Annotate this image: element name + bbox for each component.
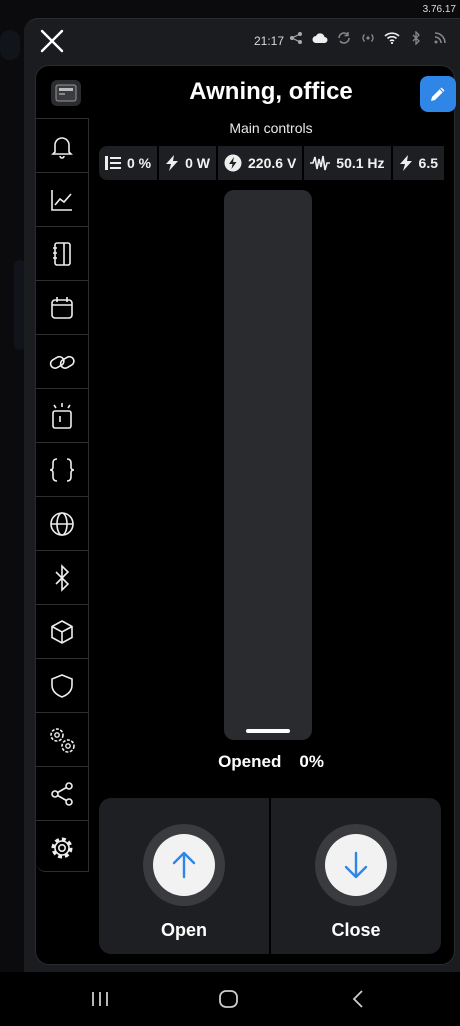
shield-icon <box>51 673 73 698</box>
back-button[interactable] <box>346 988 370 1010</box>
recents-icon <box>92 992 108 1006</box>
bell-icon <box>51 136 73 159</box>
stat-value: 220.6 V <box>248 155 297 171</box>
open-button[interactable]: Open <box>99 798 269 954</box>
status-icons <box>288 30 448 46</box>
sidebar-item-notifications[interactable] <box>36 119 88 173</box>
close-button-disc <box>325 834 387 896</box>
recent-apps-button[interactable] <box>88 988 112 1010</box>
version-label: 3.76.17 <box>422 4 456 15</box>
sidebar-item-schedules[interactable] <box>36 281 88 335</box>
sync-icon <box>336 30 352 46</box>
stat-position: 0 % <box>99 146 158 180</box>
sidebar-item-network[interactable] <box>36 497 88 551</box>
dialog-topbar: 21:17 <box>24 19 460 63</box>
notebook-icon <box>53 241 71 266</box>
braces-icon <box>49 457 75 482</box>
close-icon[interactable] <box>38 27 66 55</box>
sidebar-item-advanced[interactable] <box>36 713 88 767</box>
home-button[interactable] <box>217 988 241 1010</box>
sidebar-item-settings[interactable] <box>36 821 88 874</box>
stats-bar: 0 % 0 W 220.6 V 50.1 Hz 6.5 <box>99 146 454 180</box>
sidebar-item-security[interactable] <box>36 659 88 713</box>
stat-value: 6.5 <box>418 155 438 171</box>
cover-position-slider[interactable] <box>224 190 312 740</box>
pencil-icon <box>431 87 445 101</box>
arrow-down-icon <box>344 851 368 879</box>
wifi-icon <box>384 30 400 46</box>
sidebar <box>36 118 89 872</box>
home-icon <box>219 990 238 1008</box>
cube-icon <box>51 619 73 644</box>
broadcast-icon <box>360 30 376 46</box>
cloud-icon <box>312 30 328 46</box>
share-icon <box>288 30 304 46</box>
close-button-ring <box>315 824 397 906</box>
sidebar-item-bluetooth[interactable] <box>36 551 88 605</box>
frequency-icon <box>310 155 331 171</box>
bluetooth-status-icon <box>408 30 424 46</box>
cover-position-value: 0% <box>299 752 324 771</box>
android-nav-bar <box>0 972 460 1026</box>
bolt-icon <box>166 155 179 171</box>
device-dialog: 21:17 Awning, office Main controls 0 % 0… <box>24 18 460 973</box>
stat-voltage: 220.6 V <box>218 146 303 180</box>
cover-state: Opened <box>218 752 282 771</box>
sidebar-item-charts[interactable] <box>36 173 88 227</box>
sidebar-item-modules[interactable] <box>36 605 88 659</box>
cover-status: Opened 0% <box>186 752 356 772</box>
open-label: Open <box>160 920 207 940</box>
sidebar-item-links[interactable] <box>36 335 88 389</box>
alarm-icon <box>52 402 72 429</box>
device-logo-icon <box>51 80 81 106</box>
page-title: Awning, office <box>189 78 353 105</box>
status-time: 21:17 <box>254 34 285 48</box>
chart-icon <box>51 189 72 211</box>
sidebar-item-logbook[interactable] <box>36 227 88 281</box>
voltage-icon <box>224 154 242 172</box>
calendar-icon <box>51 296 73 319</box>
sidebar-item-share[interactable] <box>36 767 88 821</box>
share-icon <box>51 781 73 806</box>
open-button-disc <box>153 834 215 896</box>
link-icon <box>49 355 75 369</box>
device-card: Awning, office Main controls 0 % 0 W 220… <box>35 65 456 965</box>
open-button-ring <box>143 824 225 906</box>
stat-value: 50.1 Hz <box>336 155 385 171</box>
bluetooth-icon <box>55 563 70 592</box>
settings-icon <box>51 837 73 858</box>
background-app <box>0 30 20 60</box>
stat-value: 0 W <box>185 155 211 171</box>
position-icon <box>105 156 121 170</box>
edit-button[interactable] <box>420 76 456 112</box>
sidebar-item-alarms[interactable] <box>36 389 88 443</box>
close-button[interactable]: Close <box>271 798 441 954</box>
close-label: Close <box>331 920 381 940</box>
gears-icon <box>50 727 75 753</box>
stat-energy: 6.5 <box>392 146 444 180</box>
slider-handle[interactable] <box>246 729 290 733</box>
sidebar-item-scripts[interactable] <box>36 443 88 497</box>
bolt-icon <box>399 155 412 171</box>
page-subtitle: Main controls <box>229 120 313 136</box>
stat-frequency: 50.1 Hz <box>304 146 391 180</box>
arrow-up-icon <box>172 851 196 879</box>
globe-icon <box>50 511 74 536</box>
cover-controls: Open Close <box>99 798 441 954</box>
stat-value: 0 % <box>127 155 152 171</box>
rss-icon <box>432 30 448 46</box>
back-icon <box>352 990 363 1008</box>
stat-power: 0 W <box>159 146 217 180</box>
